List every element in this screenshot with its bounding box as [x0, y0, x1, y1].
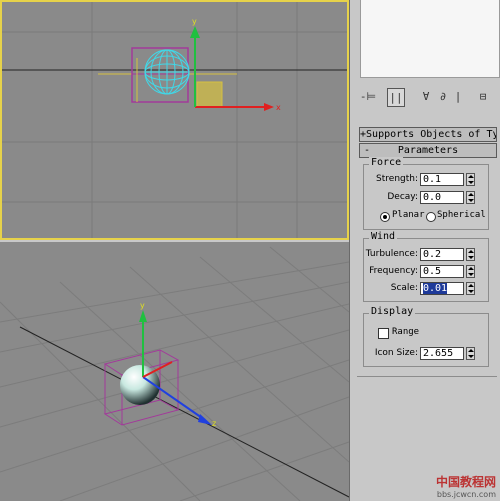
top-viewport[interactable]: x y [0, 0, 349, 240]
plane-handle[interactable] [196, 81, 223, 108]
spherical-radio[interactable] [426, 212, 436, 222]
range-checkbox[interactable] [378, 328, 389, 339]
frequency-spinner[interactable] [466, 265, 475, 278]
top-viewport-canvas: x y [2, 2, 347, 238]
watermark-title: 中国教程网 [435, 475, 496, 489]
frequency-field[interactable]: 0.5 [420, 265, 464, 278]
display-group-title: Display [369, 306, 416, 317]
turbulence-label: Turbulence: [365, 249, 418, 259]
rollout-parameters[interactable]: - Parameters [359, 143, 497, 158]
turbulence-field[interactable]: 0.2 [420, 248, 464, 261]
modifier-stack-icon[interactable]: || [387, 88, 405, 107]
rollout-parameters-title: Parameters [397, 145, 459, 156]
world-axis-line [19, 326, 349, 498]
remove-modifier-icon[interactable]: | [453, 88, 463, 105]
icon-size-field[interactable]: 2.655 [420, 347, 464, 360]
spherical-label: Spherical [437, 210, 486, 220]
scale-label: Scale: [390, 283, 418, 293]
frequency-row: Frequency: 0.5 [364, 265, 488, 280]
wind-group: Wind Turbulence: 0.2 Frequency: 0.5 Scal… [363, 231, 489, 302]
wind-sphere-icon[interactable] [144, 49, 190, 95]
scale-spinner[interactable] [466, 282, 475, 295]
turbulence-spinner[interactable] [466, 248, 475, 261]
scale-value-selected: 0.01 [423, 283, 448, 294]
axis-y-label: y [192, 17, 197, 26]
range-label: Range [392, 327, 420, 337]
perspective-grid [0, 246, 349, 501]
wind-gizmo-box[interactable] [131, 47, 189, 103]
strength-field[interactable]: 0.1 [420, 173, 464, 186]
icon-size-spinner[interactable] [466, 347, 475, 360]
rollout-collapse-sign: - [364, 145, 371, 156]
turbulence-row: Turbulence: 0.2 [364, 248, 488, 263]
decay-row: Decay: 0.0 [364, 191, 488, 206]
site-watermark: 中国教程网 bbs.jcwcn.com [436, 473, 496, 499]
icon-size-label: Icon Size: [374, 348, 418, 358]
command-panel: -⊨ || ∀ ∂ | ⊟ +Supports Objects of Typ -… [353, 0, 500, 501]
show-end-result-icon[interactable]: ∀ [419, 88, 433, 105]
axis-y-label: y [140, 301, 145, 310]
planar-label: Planar [392, 210, 425, 220]
scale-field[interactable]: 0.01 [420, 282, 464, 295]
strength-label: Strength: [376, 174, 418, 184]
panel-separator [357, 376, 497, 377]
strength-spinner[interactable] [466, 173, 475, 186]
decay-spinner[interactable] [466, 191, 475, 204]
decay-label: Decay: [387, 192, 418, 202]
viewport-grid [2, 2, 347, 238]
force-group-title: Force [369, 157, 404, 168]
decay-field[interactable]: 0.0 [420, 191, 464, 204]
rollout-supports-objects[interactable]: +Supports Objects of Typ [359, 127, 497, 142]
axis-x-label: x [276, 103, 281, 112]
pin-icon[interactable]: -⊨ [359, 88, 377, 105]
configure-sets-icon[interactable]: ⊟ [475, 88, 491, 105]
frequency-label: Frequency: [369, 266, 418, 276]
strength-row: Strength: 0.1 [364, 173, 488, 188]
make-unique-icon[interactable]: ∂ [437, 88, 449, 105]
force-group: Force Strength: 0.1 Decay: 0.0 Planar Sp… [363, 157, 489, 230]
display-group: Display Range Icon Size: 2.655 [363, 306, 489, 367]
modifier-stack-list[interactable] [360, 0, 500, 78]
planar-radio[interactable] [380, 212, 390, 222]
modifier-toolbar: -⊨ || ∀ ∂ | ⊟ [357, 86, 497, 108]
rollout-supports-title: Supports Objects of Typ [366, 129, 497, 140]
axis-z-label: z [212, 419, 216, 428]
wind-group-title: Wind [369, 231, 398, 242]
perspective-viewport-canvas: y z [0, 246, 349, 501]
perspective-viewport[interactable]: y z [0, 242, 349, 501]
watermark-url: bbs.jcwcn.com [436, 490, 496, 499]
icon-size-row: Icon Size: 2.655 [364, 347, 488, 362]
scale-row: Scale: 0.01 [364, 282, 488, 297]
